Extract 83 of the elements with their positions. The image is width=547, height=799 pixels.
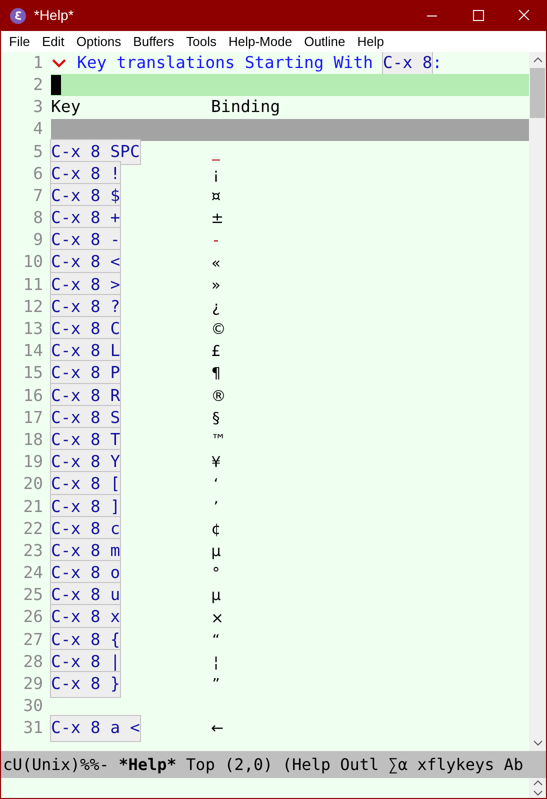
binding-character: “: [211, 630, 221, 651]
binding-character: ¤: [211, 186, 221, 207]
binding-character: ’: [212, 496, 220, 518]
line-number: 13: [22, 318, 44, 340]
binding-character: ‘: [212, 474, 220, 496]
heading-colon: :: [432, 52, 442, 74]
binding-character: -: [212, 230, 220, 252]
line-number: 17: [22, 406, 44, 429]
column-header: Binding: [211, 96, 280, 118]
line-number: 29: [22, 673, 44, 696]
line-number: 28: [22, 650, 44, 673]
binding-character: §: [211, 408, 221, 429]
line-number: 11: [22, 274, 44, 296]
binding-character: ™: [211, 430, 221, 452]
line-number: 6: [32, 162, 44, 185]
buffer-name: *Help*: [118, 754, 176, 776]
menu-item[interactable]: Help-Mode: [222, 32, 298, 52]
binding-character: ←: [211, 718, 221, 740]
line-number: 7: [32, 184, 44, 207]
binding-character: ¡: [212, 164, 220, 185]
scroll-down-icon[interactable]: [532, 788, 542, 798]
menu-item[interactable]: Options: [70, 32, 128, 52]
binding-character: ¶: [211, 363, 221, 384]
line-number: 14: [22, 340, 44, 362]
line-number: 22: [22, 518, 44, 540]
column-header: Key: [51, 96, 82, 118]
key-label[interactable]: C-x 8 SPC: [51, 140, 140, 164]
line-number: 2: [32, 74, 44, 96]
binding-character: _: [211, 142, 221, 163]
binding-character: »: [211, 274, 221, 296]
menu-item[interactable]: Help: [351, 32, 390, 52]
line-number: 21: [22, 496, 44, 518]
line-number: 8: [32, 207, 44, 230]
line-number: 24: [22, 562, 44, 584]
line-number: 9: [32, 229, 44, 252]
line-number: 12: [22, 296, 44, 318]
menu-item[interactable]: Edit: [36, 32, 70, 52]
line-number: 19: [22, 451, 44, 474]
line-number: 18: [22, 428, 44, 451]
binding-character: ¥: [211, 452, 221, 474]
minibuffer-scroller[interactable]: [529, 778, 546, 798]
chevron-icon[interactable]: [51, 57, 67, 70]
line-number: 10: [22, 251, 44, 274]
binding-character: «: [211, 252, 221, 274]
line-number: 27: [22, 628, 44, 651]
binding-character: ”: [211, 674, 221, 696]
binding-character: ×: [211, 608, 221, 629]
text-cursor: [51, 75, 61, 96]
scroll-thumb[interactable]: [530, 68, 545, 118]
menu-item[interactable]: File: [3, 32, 36, 52]
mode-line-info: Top (2,0) (Help Outl ∑α xflykeys Ab: [186, 754, 524, 776]
binding-character: ¿: [211, 296, 221, 318]
line-number: 3: [32, 96, 44, 118]
binding-character: £: [211, 341, 221, 362]
window-title: *Help*: [34, 6, 74, 25]
line-number: 4: [32, 118, 44, 140]
line-number: 15: [22, 362, 44, 384]
binding-character: ±: [211, 208, 221, 230]
mode-line-status: cU(Unix)%%-: [3, 754, 109, 776]
line-number: 5: [32, 140, 44, 163]
binding-character: µ: [211, 585, 221, 606]
key-label[interactable]: C-x 8: [382, 52, 432, 76]
scrollbar[interactable]: [529, 52, 546, 751]
key-label[interactable]: C-x 8 a <: [51, 716, 140, 742]
line-number: 1: [32, 52, 44, 74]
menu-item[interactable]: Buffers: [127, 32, 180, 52]
binding-character: ¦: [212, 652, 220, 673]
line-number: 23: [22, 540, 44, 562]
menu-item[interactable]: Tools: [180, 32, 222, 52]
line-number: 26: [22, 606, 44, 628]
line-number: 16: [22, 384, 44, 407]
scroll-up-icon[interactable]: [532, 778, 542, 788]
binding-character: µ: [211, 540, 221, 562]
line-number: 20: [22, 473, 44, 496]
line-number: 30: [22, 695, 44, 718]
app-logo-icon: [10, 8, 26, 24]
menu-item[interactable]: Outline: [298, 32, 352, 52]
key-label[interactable]: C-x 8 }: [51, 672, 120, 697]
line-number: 25: [22, 584, 44, 606]
binding-character: ¢: [211, 518, 221, 540]
heading-text: Key translations Starting With: [77, 52, 374, 74]
binding-character: °: [211, 563, 221, 584]
line-number: 31: [22, 717, 44, 740]
